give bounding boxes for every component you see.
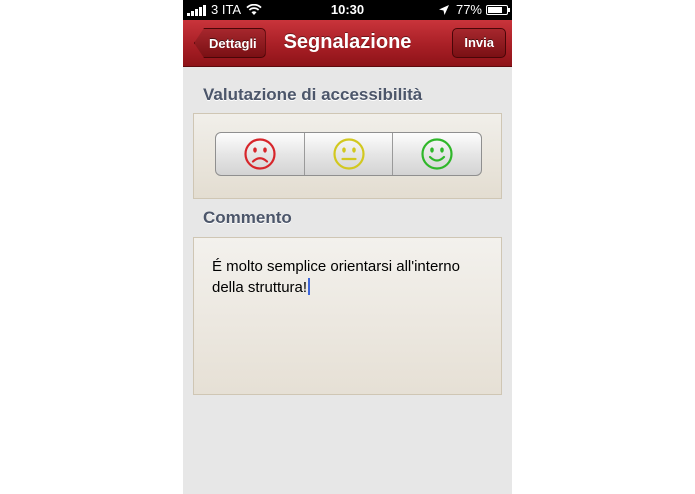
status-bar: 3 ITA 10:30 77% (183, 0, 512, 20)
rating-option-sad[interactable] (216, 133, 305, 175)
battery-icon (486, 4, 510, 15)
neutral-face-icon (332, 138, 365, 170)
phone-screen: 3 ITA 10:30 77% Dettagli Segnalazione In… (183, 0, 512, 494)
text-cursor (308, 278, 311, 295)
navigation-bar: Dettagli Segnalazione Invia (183, 20, 512, 67)
comment-textarea[interactable]: É molto semplice orientarsi all'interno … (193, 237, 502, 395)
rating-segmented-control (215, 132, 482, 176)
battery-fill (488, 6, 502, 13)
comment-text: É molto semplice orientarsi all'interno … (212, 258, 460, 296)
rating-panel (193, 113, 502, 199)
happy-face-icon (421, 138, 453, 170)
rating-option-happy[interactable] (393, 133, 481, 175)
battery-percent: 77% (455, 2, 482, 17)
rating-section-header: Valutazione di accessibilità (203, 85, 423, 104)
status-right: 77% (438, 2, 510, 17)
comment-text-wrapper: É molto semplice orientarsi all'interno … (212, 256, 482, 298)
location-arrow-icon (438, 4, 449, 15)
rating-option-neutral[interactable] (305, 133, 394, 175)
send-button[interactable]: Invia (452, 28, 506, 58)
sad-face-icon (244, 138, 276, 170)
comment-section-header: Commento (203, 208, 292, 227)
